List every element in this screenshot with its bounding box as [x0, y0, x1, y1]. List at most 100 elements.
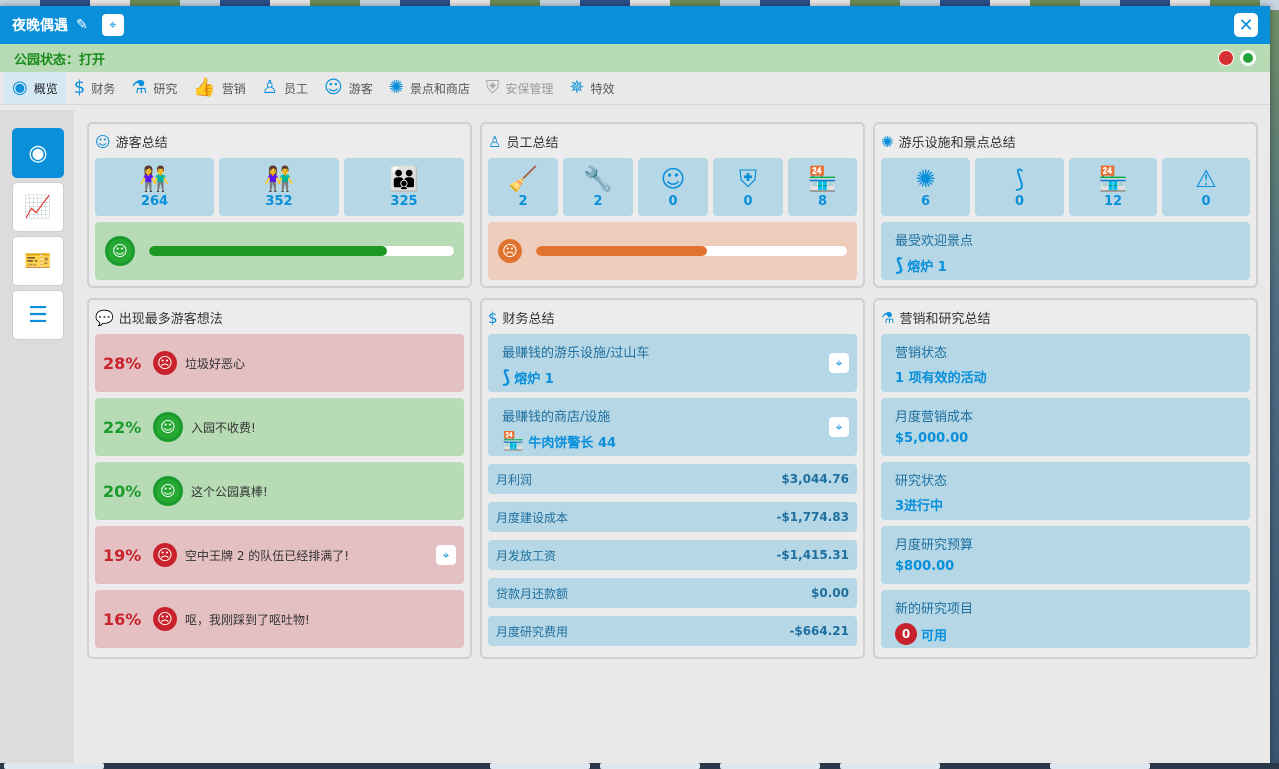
finance-value: -$664.21: [789, 624, 849, 638]
tab-effects[interactable]: ✵ 特效: [561, 72, 622, 104]
thought-row[interactable]: 28% ☹ 垃圾好恶心: [95, 334, 464, 392]
guest-thoughts-panel: 💬 出现最多游客想法 28% ☹ 垃圾好恶心 22% ☺ 入园不收费! 20% ☺ 这个公园真…: [87, 298, 472, 659]
guest-family-icon: 👪: [389, 164, 419, 193]
wrench-icon: 🔧: [583, 164, 613, 193]
card-value: ⟆ 熔炉 1: [502, 367, 843, 388]
marketing-cost-card[interactable]: 月度营销成本 $5,000.00: [881, 398, 1250, 456]
panel-header: ☺ 游客总结: [95, 132, 168, 152]
entertainer-tile[interactable]: ☺ 0: [638, 158, 708, 216]
game-toolbar-edge: [0, 763, 1279, 769]
happy-face-icon: ☺: [153, 412, 183, 442]
toolbar-segment: [720, 763, 820, 769]
research-budget-card[interactable]: 月度研究预算 $800.00: [881, 526, 1250, 584]
thought-row[interactable]: 19% ☹ 空中王牌 2 的队伍已经排满了! ⌖: [95, 526, 464, 584]
shield-icon: ⛨: [485, 77, 500, 98]
finance-value: -$1,415.31: [776, 548, 849, 562]
eye-icon: ◉: [12, 77, 28, 98]
sad-face-icon: ☹: [153, 351, 177, 375]
panel-header: ♙ 员工总结: [488, 132, 559, 152]
panel-title: 财务总结: [502, 312, 555, 327]
vendor-tile[interactable]: 🏪 8: [788, 158, 857, 216]
map-pin-icon[interactable]: ⌖: [829, 353, 849, 373]
coaster-icon: ⟆: [895, 255, 904, 276]
thought-row[interactable]: 16% ☹ 呕，我刚踩到了呕吐物!: [95, 590, 464, 648]
thought-percent: 16%: [103, 609, 142, 629]
tile-value: 0: [668, 193, 678, 209]
tile-value: 325: [390, 193, 418, 209]
broken-rides-tile[interactable]: ⚠ 0: [1162, 158, 1250, 216]
favorite-attraction-card[interactable]: 最受欢迎景点 ⟆ 熔炉 1: [881, 222, 1250, 280]
open-park-button[interactable]: [1240, 50, 1256, 66]
security-tile[interactable]: ⛨ 0: [713, 158, 783, 216]
ferris-wheel-icon: ✺: [388, 77, 404, 98]
guest-count-tile[interactable]: 👪 325: [344, 158, 464, 216]
guest-count-tile[interactable]: 👫 264: [95, 158, 214, 216]
thought-row[interactable]: 20% ☺ 这个公园真棒!: [95, 462, 464, 520]
map-pin-icon[interactable]: ⌖: [829, 417, 849, 437]
guests-icon: ☺: [95, 132, 111, 151]
guest-happiness-meter: ☺: [95, 222, 464, 280]
thought-text: 垃圾好恶心: [185, 356, 246, 371]
tile-value: 2: [518, 193, 528, 209]
sidebar-list-button[interactable]: ☰: [12, 290, 64, 340]
thought-row[interactable]: 22% ☺ 入园不收费!: [95, 398, 464, 456]
panel-title: 员工总结: [506, 136, 559, 151]
tab-rides-shops[interactable]: ✺ 景点和商店: [381, 72, 478, 104]
pencil-icon[interactable]: ✎: [76, 17, 88, 33]
close-icon[interactable]: ✕: [1234, 13, 1258, 37]
sidebar-overview-button[interactable]: ◉: [12, 128, 64, 178]
sad-face-icon: ☹: [153, 543, 177, 567]
tab-staff[interactable]: ♙ 员工: [254, 72, 316, 104]
tab-marketing[interactable]: 👍 营销: [185, 72, 253, 104]
marketing-status-card[interactable]: 营销状态 1 项有效的活动: [881, 334, 1250, 392]
sidebar-chart-button[interactable]: 📈: [12, 182, 64, 232]
mechanic-tile[interactable]: 🔧 2: [563, 158, 633, 216]
tab-finance[interactable]: $ 财务: [66, 72, 123, 104]
panel-title: 营销和研究总结: [899, 312, 991, 327]
sidebar-ticket-button[interactable]: 🎫: [12, 236, 64, 286]
new-research-card[interactable]: 新的研究项目 0 可用: [881, 590, 1250, 648]
map-pin-icon[interactable]: ⌖: [101, 14, 124, 36]
card-value: 0 可用: [895, 623, 1236, 645]
tab-research[interactable]: ⚗ 研究: [123, 72, 185, 104]
tab-overview[interactable]: ◉ 概览: [4, 72, 66, 104]
happiness-track: [149, 246, 454, 256]
panel-title: 游乐设施和景点总结: [898, 136, 1016, 151]
tile-value: 0: [1201, 193, 1211, 209]
chart-icon: 📈: [24, 194, 52, 220]
staff-icon: ♙: [488, 132, 502, 151]
title-bar: 夜晚偶遇 ✎ ⌖ ✕: [0, 6, 1270, 44]
card-label: 营销状态: [895, 346, 948, 361]
flask-icon: ⚗: [131, 77, 148, 98]
shop-icon: 🏪: [807, 164, 838, 193]
coasters-tile[interactable]: ⟆ 0: [975, 158, 1064, 216]
research-status-card[interactable]: 研究状态 3进行中: [881, 462, 1250, 520]
tab-guests[interactable]: ☺ 游客: [316, 72, 381, 104]
ferris-wheel-icon: ✺: [881, 132, 894, 151]
thought-text: 呕，我刚踩到了呕吐物!: [185, 612, 310, 627]
top-shop-card[interactable]: 最赚钱的商店/设施 🏪 牛肉饼警长 44 ⌖: [488, 398, 857, 456]
rides-tile[interactable]: ✺ 6: [881, 158, 970, 216]
finance-summary-panel: $ 财务总结 最赚钱的游乐设施/过山车 ⟆ 熔炉 1 ⌖ 最赚钱的商店/设施 🏪 牛肉…: [480, 298, 865, 659]
shops-tile[interactable]: 🏪 12: [1069, 158, 1157, 216]
thought-percent: 19%: [103, 545, 142, 565]
new-research-count-badge: 0: [895, 623, 917, 645]
finance-label: 月利润: [496, 472, 533, 487]
happy-face-icon: ☺: [153, 476, 183, 506]
janitor-tile[interactable]: 🧹 2: [488, 158, 558, 216]
top-ride-card[interactable]: 最赚钱的游乐设施/过山车 ⟆ 熔炉 1 ⌖: [488, 334, 857, 392]
shop-icon: 🏪: [1098, 164, 1128, 193]
card-label: 新的研究项目: [895, 602, 974, 617]
finance-value: $0.00: [811, 586, 849, 600]
finance-label: 月发放工资: [496, 548, 557, 563]
tab-label: 营销: [221, 81, 246, 96]
thought-text: 入园不收费!: [191, 420, 256, 435]
tile-value: 0: [743, 193, 753, 209]
tile-value: 2: [593, 193, 603, 209]
tab-label: 安保管理: [505, 81, 554, 96]
list-icon: ☰: [28, 302, 48, 328]
close-park-button[interactable]: [1218, 50, 1234, 66]
guest-count-tile[interactable]: 👫 352: [219, 158, 339, 216]
panel-title: 出现最多游客想法: [118, 312, 223, 327]
map-pin-icon[interactable]: ⌖: [436, 545, 456, 565]
